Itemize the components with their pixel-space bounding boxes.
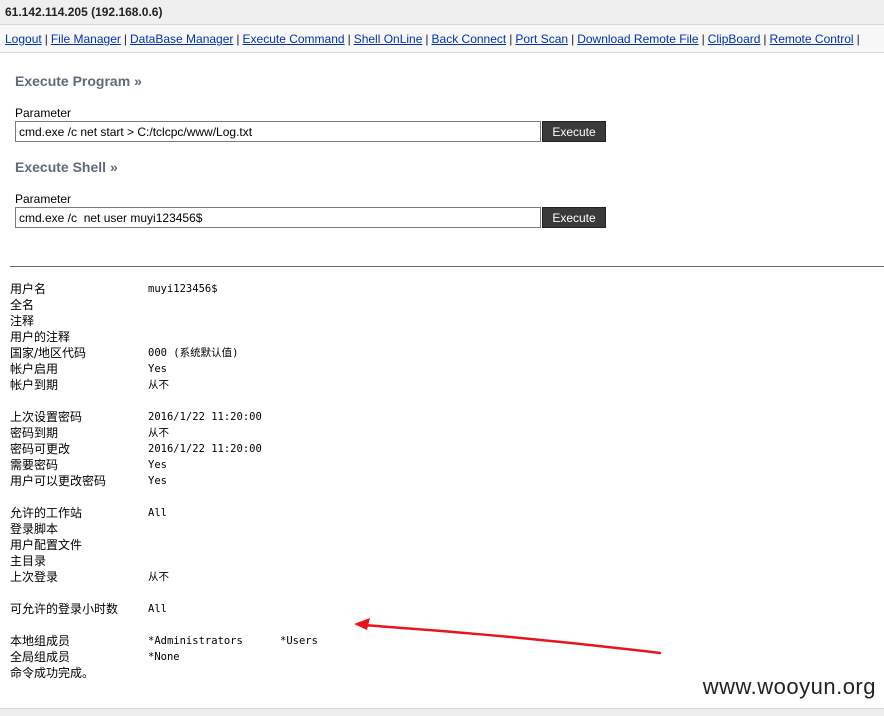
output-key: 密码到期 xyxy=(10,426,59,440)
output-divider xyxy=(10,266,884,267)
output-key: 可允许的登录小时数 xyxy=(10,602,119,616)
output-value: *Administrators xyxy=(148,635,243,647)
output-row: 上次设置密码 2016/1/22 11:20:00 xyxy=(10,409,610,425)
output-key: 命令成功完成。 xyxy=(10,666,95,680)
output-blank-line xyxy=(10,489,610,505)
host-title: 61.142.114.205 (192.168.0.6) xyxy=(5,5,163,19)
nav-separator: | xyxy=(509,32,513,46)
output-value: Yes xyxy=(148,363,167,375)
execute-program-title: Execute Program » xyxy=(15,73,142,89)
output-key: 登录脚本 xyxy=(10,522,59,536)
output-row: 命令成功完成。 xyxy=(10,665,610,681)
execute-shell-input[interactable] xyxy=(15,207,541,228)
nav-link-file-manager[interactable]: File Manager xyxy=(51,32,121,46)
output-value: All xyxy=(148,507,167,519)
execute-shell-parameter-label: Parameter xyxy=(15,192,72,206)
output-key: 用户名 xyxy=(10,282,47,296)
output-value: 从不 xyxy=(148,379,169,391)
nav-link-clipboard[interactable]: ClipBoard xyxy=(708,32,761,46)
output-value: 2016/1/22 11:20:00 xyxy=(148,411,262,423)
nav-link-download-remote-file[interactable]: Download Remote File xyxy=(577,32,698,46)
output-row: 允许的工作站 All xyxy=(10,505,610,521)
output-key: 上次登录 xyxy=(10,570,59,584)
output-row: 用户可以更改密码 Yes xyxy=(10,473,610,489)
output-key: 国家/地区代码 xyxy=(10,346,87,360)
nav-link-port-scan[interactable]: Port Scan xyxy=(515,32,568,46)
output-blank-line xyxy=(10,585,610,601)
output-row: 主目录 xyxy=(10,553,610,569)
output-key: 主目录 xyxy=(10,554,47,568)
output-row: 用户名 muyi123456$ xyxy=(10,281,610,297)
nav-separator: | xyxy=(44,32,48,46)
output-value: Yes xyxy=(148,475,167,487)
output-value: All xyxy=(148,603,167,615)
output-key: 需要密码 xyxy=(10,458,59,472)
title-bar: 61.142.114.205 (192.168.0.6) xyxy=(0,0,884,25)
nav-separator: | xyxy=(123,32,127,46)
output-row: 上次登录 从不 xyxy=(10,569,610,585)
nav-link-back-connect[interactable]: Back Connect xyxy=(432,32,507,46)
output-blank-line xyxy=(10,393,610,409)
output-key: 本地组成员 xyxy=(10,634,71,648)
output-row: 密码到期 从不 xyxy=(10,425,610,441)
output-row: 帐户启用 Yes xyxy=(10,361,610,377)
output-value: 从不 xyxy=(148,571,169,583)
output-row: 注释 xyxy=(10,313,610,329)
output-key: 用户配置文件 xyxy=(10,538,83,552)
nav-link-shell-online[interactable]: Shell OnLine xyxy=(354,32,423,46)
nav-separator: | xyxy=(236,32,240,46)
output-key: 注释 xyxy=(10,314,35,328)
nav-link-logout[interactable]: Logout xyxy=(5,32,42,46)
output-row: 帐户到期 从不 xyxy=(10,377,610,393)
nav-separator: | xyxy=(701,32,705,46)
output-row: 用户的注释 xyxy=(10,329,610,345)
output-value: 000 (系统默认值) xyxy=(148,347,239,359)
nav-separator: | xyxy=(763,32,767,46)
output-row: 需要密码 Yes xyxy=(10,457,610,473)
output-value: Yes xyxy=(148,459,167,471)
execute-program-input[interactable] xyxy=(15,121,541,142)
output-value-secondary: *Users xyxy=(280,635,318,647)
output-value: *None xyxy=(148,651,180,663)
output-key: 帐户启用 xyxy=(10,362,59,376)
output-value: 2016/1/22 11:20:00 xyxy=(148,443,262,455)
execute-program-button[interactable]: Execute xyxy=(542,121,606,142)
output-key: 上次设置密码 xyxy=(10,410,83,424)
nav-separator: | xyxy=(425,32,429,46)
nav-link-execute-command[interactable]: Execute Command xyxy=(243,32,345,46)
output-key: 用户可以更改密码 xyxy=(10,474,107,488)
nav-link-database-manager[interactable]: DataBase Manager xyxy=(130,32,233,46)
nav-separator: | xyxy=(347,32,351,46)
output-key: 全局组成员 xyxy=(10,650,71,664)
output-key: 帐户到期 xyxy=(10,378,59,392)
output-row: 密码可更改 2016/1/22 11:20:00 xyxy=(10,441,610,457)
output-row: 国家/地区代码 000 (系统默认值) xyxy=(10,345,610,361)
output-value: 从不 xyxy=(148,427,169,439)
nav-bar: Logout | File Manager | DataBase Manager | Exe… xyxy=(0,25,884,53)
watermark: www.wooyun.org xyxy=(702,674,876,699)
output-row: 用户配置文件 xyxy=(10,537,610,553)
output-key: 用户的注释 xyxy=(10,330,71,344)
output-value: muyi123456$ xyxy=(148,283,218,295)
execute-shell-title: Execute Shell » xyxy=(15,159,118,175)
nav-links: Logout | File Manager | DataBase Manager | Exe… xyxy=(5,32,863,46)
nav-link-remote-control[interactable]: Remote Control xyxy=(770,32,854,46)
nav-separator: | xyxy=(856,32,860,46)
execute-shell-button[interactable]: Execute xyxy=(542,207,606,228)
red-arrow-annotation xyxy=(354,618,662,655)
output-key: 密码可更改 xyxy=(10,442,71,456)
output-row: 全名 xyxy=(10,297,610,313)
execute-program-parameter-label: Parameter xyxy=(15,106,72,120)
output-row: 登录脚本 xyxy=(10,521,610,537)
output-key: 全名 xyxy=(10,298,35,312)
output-key: 允许的工作站 xyxy=(10,506,83,520)
nav-separator: | xyxy=(571,32,575,46)
